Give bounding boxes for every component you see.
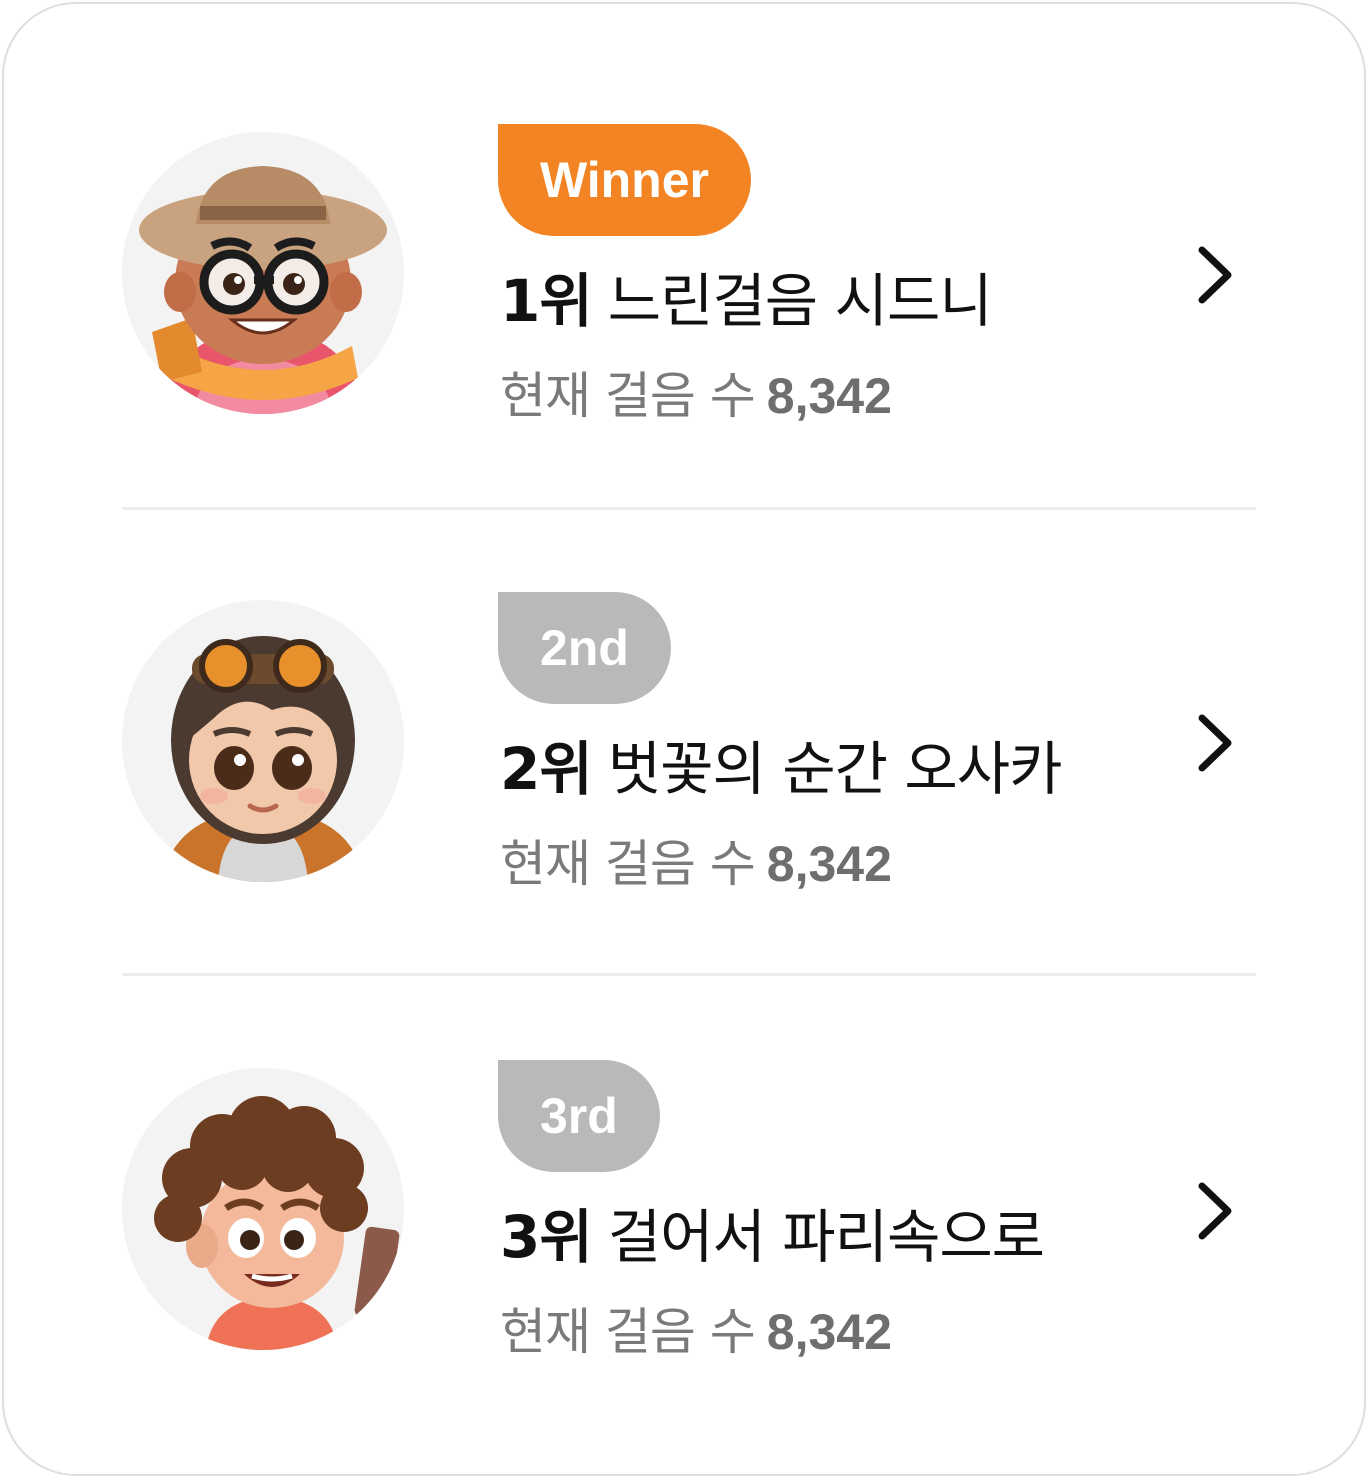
ranking-row-3[interactable]: 3rd 3위 걸어서 파리속으로 현재 걸음 수 8,342 [4,4,1372,1361]
steps-label: 현재 걸음 수 [500,835,756,893]
steps-value: 8,342 [766,1304,892,1360]
steps-value: 8,342 [766,836,892,892]
divider [122,507,1256,510]
rank-label: 2위 [500,735,593,803]
ranking-title-3: 3위 걸어서 파리속으로 [500,1202,1045,1272]
divider [122,973,1256,976]
badge-third: 3rd [498,1060,660,1172]
avatar-2 [122,600,404,882]
rank-label: 3위 [500,1203,593,1271]
ranking-card: Winner 1위 느린걸음 시드니 현재 걸음 수 8,342 2nd 2위 … [2,2,1366,1476]
step-count-2: 현재 걸음 수 8,342 [500,834,892,894]
route-name: 걸어서 파리속으로 [607,1203,1045,1271]
steps-label: 현재 걸음 수 [500,1303,756,1361]
avatar-3 [122,1068,404,1350]
route-name: 벗꽃의 순간 오사카 [607,735,1063,803]
badge-second: 2nd [498,592,671,704]
chevron-right-icon[interactable] [1188,1176,1244,1246]
step-count-3: 현재 걸음 수 8,342 [500,1302,892,1362]
ranking-title-2: 2위 벗꽃의 순간 오사카 [500,734,1063,804]
chevron-right-icon[interactable] [1188,708,1244,778]
